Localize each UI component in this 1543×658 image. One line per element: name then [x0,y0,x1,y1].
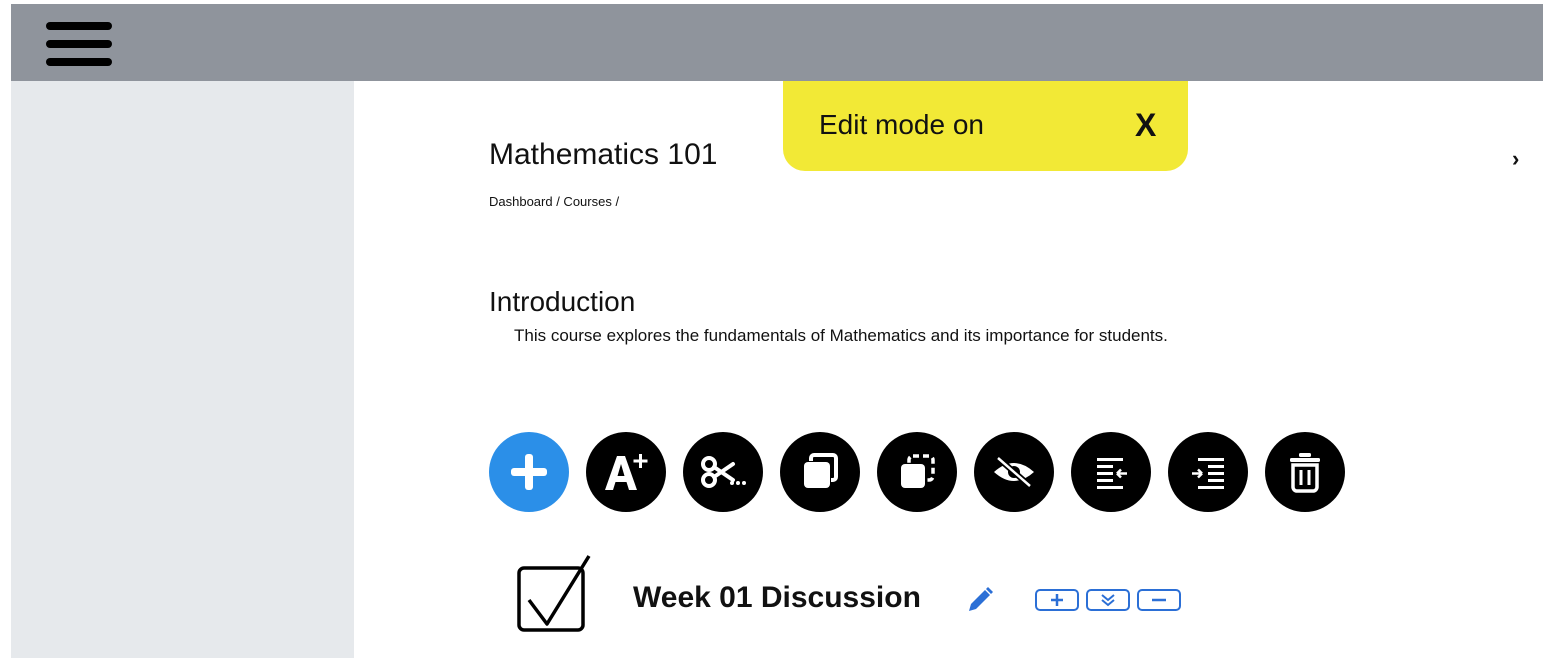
indent-icon [1192,458,1224,489]
outdent-button[interactable] [1071,432,1151,512]
plus-icon [511,454,547,490]
duplicate-button[interactable] [877,432,957,512]
outdent-icon [1097,458,1127,489]
minus-icon [1152,598,1166,602]
collapse-activity-button[interactable] [1137,589,1181,611]
indent-button[interactable] [1168,432,1248,512]
edit-toolbar [489,432,1345,512]
edit-mode-text: Edit mode on [819,109,984,140]
add-icon [1051,594,1063,606]
sidebar [11,81,354,658]
copy-button[interactable] [780,432,860,512]
add-activity-button[interactable] [1035,589,1079,611]
breadcrumb[interactable]: Dashboard / Courses / [489,194,619,209]
expand-activity-button[interactable] [1086,589,1130,611]
trash-icon [1290,453,1320,493]
close-banner-button[interactable]: X [1135,107,1156,144]
page-title: Mathematics 101 [489,138,718,171]
hamburger-menu-icon[interactable] [46,22,112,66]
scissors-icon [701,456,746,488]
delete-button[interactable] [1265,432,1345,512]
collapse-arrow-icon[interactable]: › [1512,146,1519,172]
top-bar [11,4,1543,81]
copy-icon [804,453,838,488]
pencil-icon[interactable] [966,586,994,614]
font-size-button[interactable] [586,432,666,512]
hide-button[interactable] [974,432,1054,512]
edit-mode-banner: Edit mode on X [783,81,1188,171]
activity-title[interactable]: Week 01 Discussion [633,581,921,615]
eye-off-icon [994,455,1034,489]
cut-button[interactable] [683,432,763,512]
add-button[interactable] [489,432,569,512]
section-description: This course explores the fundamentals of… [514,326,1168,345]
expand-icon [1101,594,1115,607]
activity-row: Week 01 Discussion [517,554,1217,634]
duplicate-icon [901,454,935,488]
activity-controls [1035,589,1181,611]
section-heading: Introduction [489,286,636,317]
checkbox-icon[interactable] [517,554,593,634]
font-increase-icon [605,454,648,490]
